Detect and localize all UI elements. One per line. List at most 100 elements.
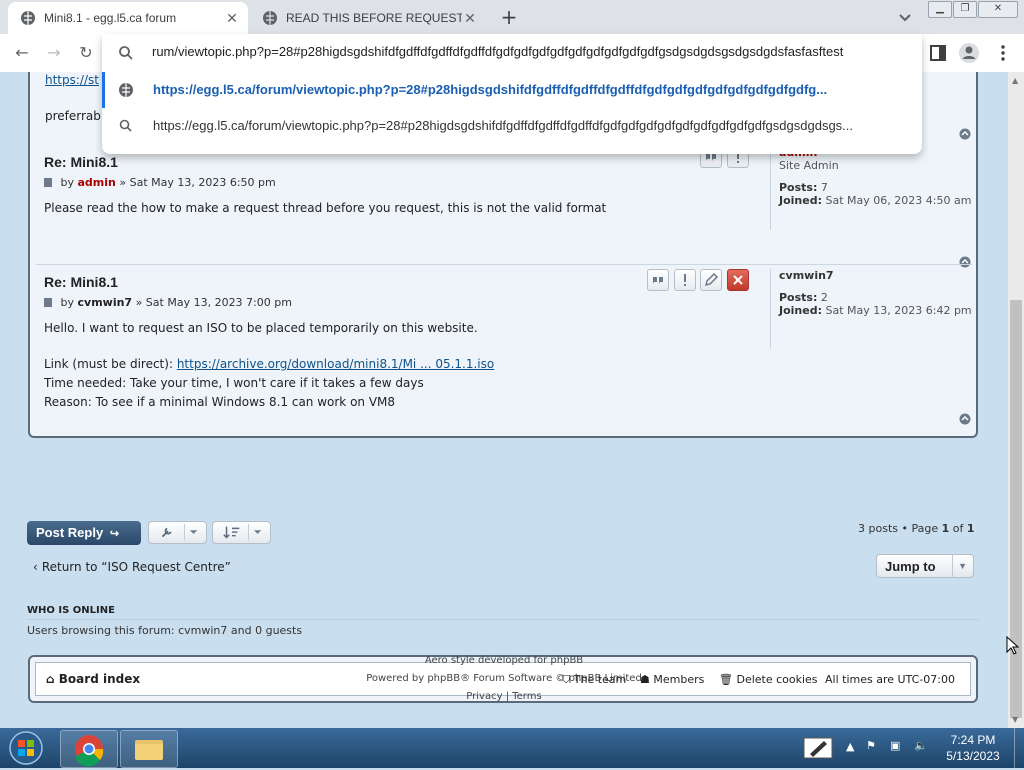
quote-button[interactable] <box>647 269 669 291</box>
globe-icon <box>21 11 35 25</box>
windows-taskbar: ▲ ⚑ ▣ 🔈 7:24 PM 5/13/2023 <box>0 728 1024 768</box>
post-title[interactable]: Re: Mini8.1 <box>44 274 118 290</box>
close-tab-icon[interactable]: ✕ <box>224 10 240 26</box>
suggestion-text: https://egg.l5.ca/forum/viewtopic.php?p=… <box>153 82 828 97</box>
clock-time: 7:24 PM <box>950 733 996 747</box>
post-cvmwin7: Re: Mini8.1 by cvmwin7 » Sat May 13, 202… <box>36 269 974 432</box>
tab-search-icon[interactable] <box>896 8 914 26</box>
sort-options-button[interactable] <box>212 521 271 544</box>
tab-title: Mini8.1 - egg.l5.ca forum <box>44 11 177 25</box>
globe-icon <box>263 11 277 25</box>
profile-username[interactable]: cvmwin7 <box>779 269 974 282</box>
address-input-text[interactable]: rum/viewtopic.php?p=28#p28higdsgdshifdfg… <box>152 44 843 59</box>
author-name[interactable]: admin <box>78 176 116 189</box>
close-tab-icon[interactable]: ✕ <box>462 10 478 26</box>
partial-link[interactable]: https://st <box>45 73 99 87</box>
network-icon[interactable]: ▣ <box>890 739 900 752</box>
tab-mini81[interactable]: Mini8.1 - egg.l5.ca forum ✕ <box>8 2 248 34</box>
omnibox-suggestion[interactable]: https://egg.l5.ca/forum/viewtopic.php?p=… <box>102 72 922 108</box>
post-author-line: by cvmwin7 » Sat May 13, 2023 7:00 pm <box>44 296 292 309</box>
back-button[interactable]: ← <box>11 42 33 64</box>
jump-to-button[interactable]: Jump to ▼ <box>876 554 974 578</box>
scroll-down-arrow-icon[interactable]: ▼ <box>1012 715 1018 724</box>
more-menu-icon[interactable] <box>992 42 1014 64</box>
mouse-cursor-icon <box>1006 636 1020 655</box>
selection-indicator <box>102 72 105 108</box>
author-name[interactable]: cvmwin7 <box>78 296 133 309</box>
show-hidden-icons-icon[interactable]: ▲ <box>846 740 854 753</box>
post-icon[interactable] <box>44 298 52 307</box>
post-icon[interactable] <box>44 178 52 187</box>
search-icon <box>119 119 132 132</box>
close-window-button[interactable]: ✕ <box>978 1 1018 18</box>
forum-page: https://st preferrabl Re: Mini8.1 by adm… <box>0 72 1008 728</box>
start-button-icon[interactable] <box>6 730 46 766</box>
profile-posts: Posts: 7 <box>779 181 828 194</box>
scroll-up-arrow-icon[interactable]: ▲ <box>1012 76 1018 85</box>
profile-posts-count[interactable]: 2 <box>821 291 828 304</box>
new-tab-button[interactable]: + <box>498 6 520 28</box>
quote-icon <box>653 277 663 284</box>
topic-tools-button[interactable] <box>148 521 207 544</box>
profile-posts-count[interactable]: 7 <box>821 181 828 194</box>
return-link[interactable]: ‹ Return to “ISO Request Centre” <box>33 560 231 574</box>
post-content: Hello. I want to request an ISO to be pl… <box>44 319 494 412</box>
delete-x-icon <box>733 275 743 285</box>
clock-date: 5/13/2023 <box>946 749 1000 763</box>
side-panel-icon[interactable] <box>927 42 949 64</box>
chrome-icon <box>75 735 104 767</box>
content-link-line: Link (must be direct): https://archive.o… <box>44 357 495 371</box>
globe-icon <box>119 83 133 97</box>
partial-text: preferrabl <box>45 109 105 123</box>
forward-button[interactable]: → <box>43 42 65 64</box>
legal-links: Privacy | Terms <box>466 691 542 702</box>
show-desktop-button[interactable] <box>1014 728 1024 768</box>
profile-posts: Posts: 2 <box>779 291 828 304</box>
back-to-top-icon[interactable] <box>959 256 971 268</box>
maximize-button[interactable]: ❐ <box>953 1 977 18</box>
omnibox-suggestion[interactable]: https://egg.l5.ca/forum/viewtopic.php?p=… <box>102 108 922 144</box>
total-pages: 1 <box>966 522 975 535</box>
sort-icon <box>223 523 262 541</box>
post-content: Please read the how to make a request th… <box>44 201 607 215</box>
volume-icon[interactable]: 🔈 <box>914 739 928 752</box>
pencil-icon <box>704 272 719 287</box>
delete-button[interactable] <box>727 269 749 291</box>
taskbar-explorer[interactable] <box>120 730 178 768</box>
back-to-top-icon[interactable] <box>959 413 971 425</box>
who-is-online-divider <box>27 619 979 620</box>
post-date: » Sat May 13, 2023 7:00 pm <box>135 296 292 309</box>
address-bar[interactable]: rum/viewtopic.php?p=28#p28higdsgdshifdfg… <box>102 34 922 72</box>
privacy-link[interactable]: Privacy <box>466 691 502 702</box>
page-scrollbar[interactable]: ▲ ▼ <box>1008 72 1024 728</box>
powered-by: Powered by phpBB® Forum Software © phpBB… <box>366 673 642 684</box>
action-center-icon[interactable]: ⚑ <box>866 739 876 752</box>
profile-avatar-icon[interactable] <box>958 42 980 64</box>
chevron-down-icon: ▼ <box>952 555 967 578</box>
post-profile: admin Site Admin Posts: 7 Joined: Sat Ma… <box>770 146 974 230</box>
taskbar-chrome[interactable] <box>60 730 118 768</box>
wrench-icon <box>161 523 198 541</box>
terms-link[interactable]: Terms <box>512 691 541 702</box>
taskbar-clock[interactable]: 7:24 PM 5/13/2023 <box>941 732 1005 764</box>
edit-button[interactable] <box>700 269 722 291</box>
omnibox-dropdown: rum/viewtopic.php?p=28#p28higdsgdshifdfg… <box>102 34 922 154</box>
pen-input-icon[interactable] <box>802 734 834 762</box>
by-label: by <box>60 176 75 189</box>
by-label: by <box>60 296 75 309</box>
current-page: 1 <box>941 522 950 535</box>
iso-link[interactable]: https://archive.org/download/mini8.1/Mi … <box>177 357 494 371</box>
report-icon <box>684 274 686 286</box>
back-to-top-icon[interactable] <box>959 128 971 140</box>
reload-button[interactable]: ↻ <box>75 42 97 64</box>
post-reply-button[interactable]: Post Reply ↪ <box>27 521 141 545</box>
search-icon <box>119 46 133 60</box>
posts-panel: Re: Mini8.1 by admin » Sat May 13, 2023 … <box>28 142 978 438</box>
post-profile: cvmwin7 Posts: 2 Joined: Sat May 13, 202… <box>770 269 974 349</box>
tab-read-this[interactable]: READ THIS BEFORE REQUESTING ✕ <box>250 2 486 34</box>
who-is-online-title[interactable]: WHO IS ONLINE <box>27 605 115 616</box>
report-button[interactable] <box>674 269 696 291</box>
post-title[interactable]: Re: Mini8.1 <box>44 154 118 170</box>
minimize-button[interactable]: ▁ <box>928 1 952 18</box>
style-credit: Aero style developed for phpBB <box>424 655 584 666</box>
